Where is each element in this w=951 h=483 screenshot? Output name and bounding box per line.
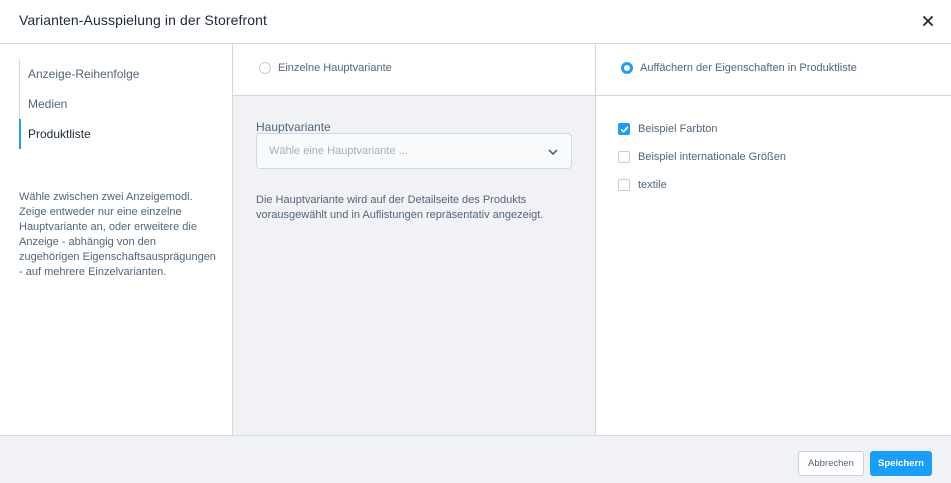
modal-title: Varianten-Ausspielung in der Storefront (19, 12, 268, 28)
main-variant-radio-option[interactable]: Einzelne Hauptvariante (259, 62, 392, 74)
modal-footer: Abbrechen Speichern (0, 435, 951, 483)
expand-properties-panel: Auffächern der Eigenschaften in Produktl… (596, 44, 951, 435)
property-option-sizes[interactable]: Beispiel internationale Größen (618, 143, 786, 171)
property-option-color[interactable]: Beispiel Farbton (618, 115, 786, 143)
property-label-textile: textile (638, 179, 667, 191)
chevron-down-icon (548, 149, 558, 155)
sidebar-help-text: Wähle zwischen zwei Anzeigemodi. Zeige e… (19, 191, 216, 278)
expand-properties-radio-label: Auffächern der Eigenschaften in Produktl… (640, 62, 857, 74)
property-label-color: Beispiel Farbton (638, 123, 718, 135)
main-variant-radio[interactable] (259, 62, 271, 74)
modal-header: Varianten-Ausspielung in der Storefront (0, 0, 951, 44)
main-variant-help-text: Die Hauptvariante wird auf der Detailsei… (256, 194, 544, 221)
modal-body: Anzeige-Reihenfolge Medien Produktliste … (0, 44, 951, 435)
property-checkbox-textile[interactable] (618, 179, 630, 191)
expand-properties-header: Auffächern der Eigenschaften in Produktl… (596, 44, 951, 96)
main-variant-field-label: Hauptvariante (256, 120, 331, 134)
sidebar-item-product-list[interactable]: Produktliste (19, 119, 139, 149)
main-variant-header: Einzelne Hauptvariante (233, 44, 595, 96)
property-label-sizes: Beispiel internationale Größen (638, 151, 786, 163)
expand-properties-radio-option[interactable]: Auffächern der Eigenschaften in Produktl… (621, 62, 857, 74)
property-checkbox-color[interactable] (618, 123, 630, 135)
expand-properties-radio[interactable] (621, 62, 633, 74)
main-variant-select-placeholder: Wähle eine Hauptvariante ... (269, 145, 408, 157)
cancel-button[interactable]: Abbrechen (798, 451, 864, 476)
sidebar-item-media[interactable]: Medien (20, 89, 139, 119)
sidebar-nav: Anzeige-Reihenfolge Medien Produktliste (19, 59, 139, 149)
property-checkbox-sizes[interactable] (618, 151, 630, 163)
main-variant-select[interactable]: Wähle eine Hauptvariante ... (256, 133, 572, 169)
property-option-textile[interactable]: textile (618, 171, 786, 199)
close-icon (923, 16, 933, 26)
main-variant-radio-label: Einzelne Hauptvariante (278, 62, 392, 74)
close-button[interactable] (917, 10, 939, 32)
sidebar-item-display-order[interactable]: Anzeige-Reihenfolge (20, 59, 139, 89)
save-button[interactable]: Speichern (870, 451, 932, 476)
sidebar: Anzeige-Reihenfolge Medien Produktliste … (0, 44, 233, 435)
checkmark-icon (620, 125, 628, 133)
property-checkbox-list: Beispiel Farbton Beispiel internationale… (618, 115, 786, 199)
main-variant-panel: Einzelne Hauptvariante Hauptvariante Wäh… (233, 44, 596, 435)
